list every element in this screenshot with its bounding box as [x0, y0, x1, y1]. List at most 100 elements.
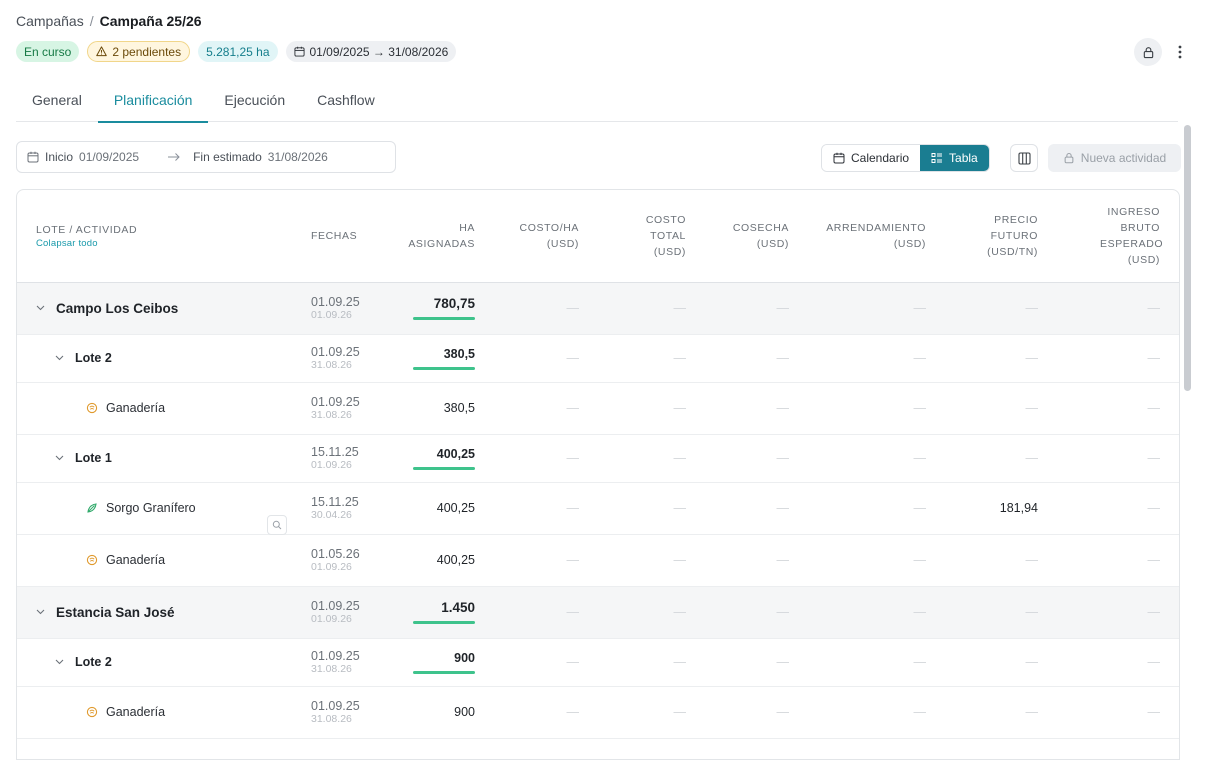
row-name: Sorgo Granífero — [106, 501, 196, 515]
chevron-down-icon[interactable] — [55, 353, 67, 364]
value-cell: — — [945, 382, 1057, 435]
breadcrumb-root-link[interactable]: Campañas — [16, 13, 84, 29]
fechas-cell: 01.09.25 31.08.26 — [297, 382, 382, 435]
activity-row[interactable]: Ganadería 01.09.25 31.08.26 380,5 — — — — — — — [17, 382, 1179, 435]
empty-value: — — [913, 705, 927, 719]
value-cell: — — [494, 638, 598, 687]
start-date: 01.09.25 — [311, 649, 360, 663]
lote-actividad-cell: Sorgo Granífero — [17, 482, 297, 535]
ha-value: 400,25 — [436, 501, 475, 515]
empty-value: — — [673, 301, 687, 315]
value-cell: — — [705, 482, 808, 535]
lote-actividad-cell: Lote 2 — [17, 334, 297, 383]
lote-row[interactable]: Lote 2 01.09.25 31.08.26 900 — — — — — — — [17, 638, 1179, 687]
row-name-wrap: Lote 1 — [36, 451, 297, 465]
row-name: Ganadería — [106, 553, 166, 567]
livestock-icon — [86, 402, 98, 414]
header-ingreso-label: Ingreso bruto esperado (USD) — [1100, 205, 1164, 266]
chevron-down-icon[interactable] — [36, 303, 48, 314]
value-cell: — — [705, 282, 808, 335]
value-cell: — — [494, 534, 598, 587]
chevron-down-icon[interactable] — [55, 453, 67, 464]
search-activity-button[interactable] — [267, 515, 287, 535]
lote-actividad-cell: Campo Los Ceibos — [17, 282, 297, 335]
empty-value: — — [1147, 605, 1161, 619]
calendar-view-button[interactable]: Calendario — [822, 145, 921, 171]
end-date-value[interactable]: 31/08/2026 — [268, 150, 328, 164]
activity-row[interactable]: Sorgo Granífero 15.11.25 30.04.26 400,25 — — —… — [17, 482, 1179, 535]
ha-wrap: 1.450 — [413, 600, 475, 624]
value-cell: — — [705, 382, 808, 435]
lock-button[interactable] — [1134, 38, 1162, 66]
empty-value: — — [566, 655, 580, 669]
start-date: 01.09.25 — [311, 345, 360, 359]
row-name-wrap: Ganadería — [36, 705, 297, 719]
row-name-wrap: Estancia San José — [36, 605, 297, 620]
columns-button[interactable] — [1010, 144, 1038, 172]
ha-value: 380,5 — [443, 346, 475, 361]
tab-cashflow[interactable]: Cashflow — [301, 84, 391, 122]
value-cell: — — [598, 282, 705, 335]
new-activity-button[interactable]: Nueva actividad — [1048, 144, 1181, 172]
fechas-cell: 01.09.25 01.09.26 — [297, 282, 382, 335]
table-view-button[interactable]: Tabla — [920, 145, 989, 171]
row-name-wrap: Lote 2 — [36, 351, 297, 365]
empty-value: — — [1147, 705, 1161, 719]
header-costo-total: Costo total (USD) — [598, 190, 705, 283]
ha-progress-bar — [413, 366, 475, 370]
lote-row[interactable]: Lote 2 01.09.25 31.08.26 380,5 — — — — — — — [17, 334, 1179, 383]
tab-planificacion[interactable]: Planificación — [97, 84, 209, 123]
value-cell: — — [494, 382, 598, 435]
end-date: 31.08.26 — [311, 713, 352, 725]
value-cell: — — [808, 434, 945, 483]
value-cell: — — [598, 534, 705, 587]
calendar-icon — [293, 46, 305, 57]
value-cell: — — [1057, 282, 1179, 335]
start-date-value[interactable]: 01/09/2025 — [79, 150, 139, 164]
value-cell: — — [1057, 334, 1179, 383]
ha-wrap: 900 — [413, 651, 475, 674]
empty-value: — — [1147, 655, 1161, 669]
empty-value: — — [566, 351, 580, 365]
value-cell: — — [1057, 534, 1179, 587]
empty-value: — — [776, 553, 790, 567]
row-name-wrap: Campo Los Ceibos — [36, 301, 297, 316]
collapse-all-link[interactable]: Colapsar todo — [36, 238, 297, 250]
empty-value: — — [1147, 501, 1161, 515]
campo-row[interactable]: Campo Los Ceibos 01.09.25 01.09.26 780,75 — —… — [17, 282, 1179, 335]
end-date: 31.08.26 — [311, 409, 352, 421]
empty-value: — — [566, 501, 580, 515]
chevron-down-icon[interactable] — [36, 607, 48, 618]
empty-value: — — [913, 655, 927, 669]
dates-badge-label: 01/09/2025 → 31/08/2026 — [309, 44, 449, 59]
end-date: 30.04.26 — [311, 509, 352, 521]
scrollbar-thumb[interactable] — [1184, 125, 1191, 391]
more-options-button[interactable] — [1170, 38, 1190, 66]
start-date: 15.11.25 — [311, 445, 359, 459]
tab-ejecucion[interactable]: Ejecución — [208, 84, 301, 122]
livestock-icon — [86, 706, 98, 718]
date-range-field[interactable]: Inicio 01/09/2025 Fin estimado 31/08/202… — [16, 141, 396, 173]
empty-value: — — [1147, 301, 1161, 315]
activity-row[interactable]: Ganadería 01.05.26 01.09.26 400,25 — — — — — — — [17, 534, 1179, 587]
chevron-down-icon[interactable] — [55, 657, 67, 668]
value-cell: — — [1057, 382, 1179, 435]
fechas-cell: 01.09.25 01.09.26 — [297, 586, 382, 639]
ha-value: 900 — [454, 650, 475, 665]
calendar-icon — [833, 152, 845, 164]
empty-value: — — [1025, 301, 1039, 315]
tab-general[interactable]: General — [16, 84, 98, 122]
lote-row[interactable]: Lote 1 15.11.25 01.09.26 400,25 — — — — — — — [17, 434, 1179, 483]
fechas-cell: 01.09.25 31.08.26 — [297, 334, 382, 383]
ha-value: 400,25 — [436, 553, 475, 567]
empty-value: — — [913, 605, 927, 619]
row-name: Lote 1 — [75, 451, 112, 465]
value-cell: — — [494, 482, 598, 535]
arrow-right-icon — [167, 152, 181, 162]
activity-row[interactable]: Ganadería 01.09.25 31.08.26 900 — — — — — — — [17, 686, 1179, 739]
status-badge-label: En curso — [24, 44, 72, 59]
ha-wrap: 400,25 — [437, 553, 475, 567]
campo-row[interactable]: Estancia San José 01.09.25 01.09.26 1.450 — —… — [17, 586, 1179, 639]
list-view-icon — [931, 152, 943, 164]
pending-badge[interactable]: 2 pendientes — [87, 41, 191, 62]
